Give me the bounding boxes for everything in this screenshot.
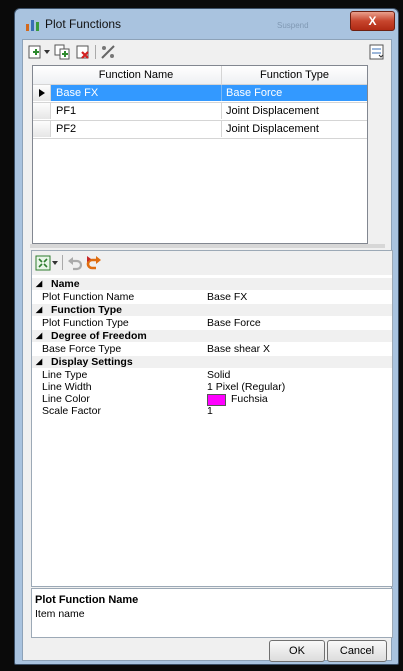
table-row[interactable]: PF1 Joint Displacement [33, 103, 367, 121]
property-label: Base Force Type [42, 343, 122, 355]
column-header-function-type[interactable]: Function Type [222, 69, 367, 81]
window-title: Plot Functions [45, 17, 122, 31]
function-name-cell[interactable]: PF2 [56, 123, 76, 135]
category-label: Name [51, 278, 80, 290]
cell-divider [221, 103, 222, 119]
property-row-line-width[interactable]: Line Width 1 Pixel (Regular) [32, 381, 392, 393]
table-header: Function Name Function Type [33, 66, 367, 85]
description-text: Item name [35, 608, 85, 620]
toolbar-separator [62, 255, 63, 270]
property-grid: ◢ Name Plot Function Name Base FX ◢ Func… [31, 250, 393, 587]
dialog-client-area: Function Name Function Type Base FX Base… [22, 39, 393, 662]
property-value[interactable]: Solid [207, 369, 230, 381]
function-type-cell[interactable]: Joint Displacement [226, 105, 319, 117]
category-label: Function Type [51, 304, 122, 316]
ok-button[interactable]: OK [269, 640, 325, 662]
table-row[interactable]: Base FX Base Force [33, 85, 367, 103]
add-function-icon[interactable] [27, 44, 43, 60]
property-label: Scale Factor [42, 405, 101, 417]
category-display-settings[interactable]: ◢ Display Settings [32, 356, 392, 368]
edit-icon[interactable] [100, 44, 116, 60]
plot-functions-window: Plot Functions Suspend X Function Name F… [14, 8, 399, 665]
pane-splitter[interactable] [30, 244, 385, 248]
dropdown-arrow-icon[interactable] [52, 261, 58, 266]
row-pointer-icon [39, 89, 45, 97]
title-bar[interactable]: Plot Functions Suspend X [15, 9, 398, 39]
property-label: Line Type [42, 369, 88, 381]
property-row-plot-function-type[interactable]: Plot Function Type Base Force [32, 317, 392, 329]
property-label: Line Width [42, 381, 92, 393]
category-degree-of-freedom[interactable]: ◢ Degree of Freedom [32, 330, 392, 342]
functions-toolbar [27, 42, 387, 62]
property-row-base-force-type[interactable]: Base Force Type Base shear X [32, 343, 392, 355]
functions-table: Function Name Function Type Base FX Base… [32, 65, 368, 244]
collapse-icon[interactable] [369, 44, 385, 60]
property-value[interactable]: Fuchsia [231, 393, 268, 405]
function-type-cell[interactable]: Joint Displacement [226, 123, 319, 135]
undo-icon[interactable] [67, 255, 83, 271]
property-row-line-color[interactable]: Line Color Fuchsia [32, 393, 392, 406]
property-row-line-type[interactable]: Line Type Solid [32, 369, 392, 381]
property-label: Plot Function Name [42, 291, 135, 303]
row-selector[interactable] [33, 103, 51, 119]
property-toolbar [32, 251, 392, 275]
row-selection-highlight [51, 85, 367, 101]
property-row-scale-factor[interactable]: Scale Factor 1 [32, 405, 392, 417]
close-button[interactable]: X [350, 11, 395, 31]
dropdown-arrow-icon[interactable] [44, 50, 50, 55]
description-title: Plot Function Name [35, 594, 139, 606]
cell-divider [221, 121, 222, 137]
table-row[interactable]: PF2 Joint Displacement [33, 121, 367, 139]
property-label: Plot Function Type [42, 317, 129, 329]
app-icon [26, 20, 39, 31]
copy-function-icon[interactable] [54, 44, 72, 60]
collapse-triangle-icon[interactable]: ◢ [36, 330, 42, 342]
property-value[interactable]: 1 [207, 405, 213, 417]
category-label: Degree of Freedom [51, 330, 147, 342]
row-selector[interactable] [33, 121, 51, 137]
column-header-function-name[interactable]: Function Name [51, 69, 221, 81]
property-row-plot-function-name[interactable]: Plot Function Name Base FX [32, 291, 392, 303]
close-icon: X [368, 14, 377, 28]
collapse-triangle-icon[interactable]: ◢ [36, 356, 42, 368]
cell-divider [221, 85, 222, 101]
toolbar-separator [95, 45, 96, 59]
row-selector[interactable] [33, 85, 51, 101]
property-value[interactable]: Base Force [207, 317, 261, 329]
function-name-cell[interactable]: PF1 [56, 105, 76, 117]
background-title-text: Suspend [277, 21, 309, 30]
property-value[interactable]: Base FX [207, 291, 247, 303]
function-name-cell[interactable]: Base FX [56, 87, 98, 99]
cancel-button[interactable]: Cancel [327, 640, 387, 662]
property-value[interactable]: 1 Pixel (Regular) [207, 381, 285, 393]
description-panel: Plot Function Name Item name [31, 588, 393, 638]
category-function-type[interactable]: ◢ Function Type [32, 304, 392, 316]
function-type-cell[interactable]: Base Force [226, 87, 282, 99]
property-value[interactable]: Base shear X [207, 343, 270, 355]
collapse-triangle-icon[interactable]: ◢ [36, 278, 42, 290]
category-name[interactable]: ◢ Name [32, 278, 392, 290]
property-label: Line Color [42, 393, 90, 405]
redo-icon[interactable] [85, 254, 103, 272]
category-label: Display Settings [51, 356, 133, 368]
delete-function-icon[interactable] [75, 44, 91, 60]
collapse-triangle-icon[interactable]: ◢ [36, 304, 42, 316]
expand-all-icon[interactable] [35, 255, 51, 271]
